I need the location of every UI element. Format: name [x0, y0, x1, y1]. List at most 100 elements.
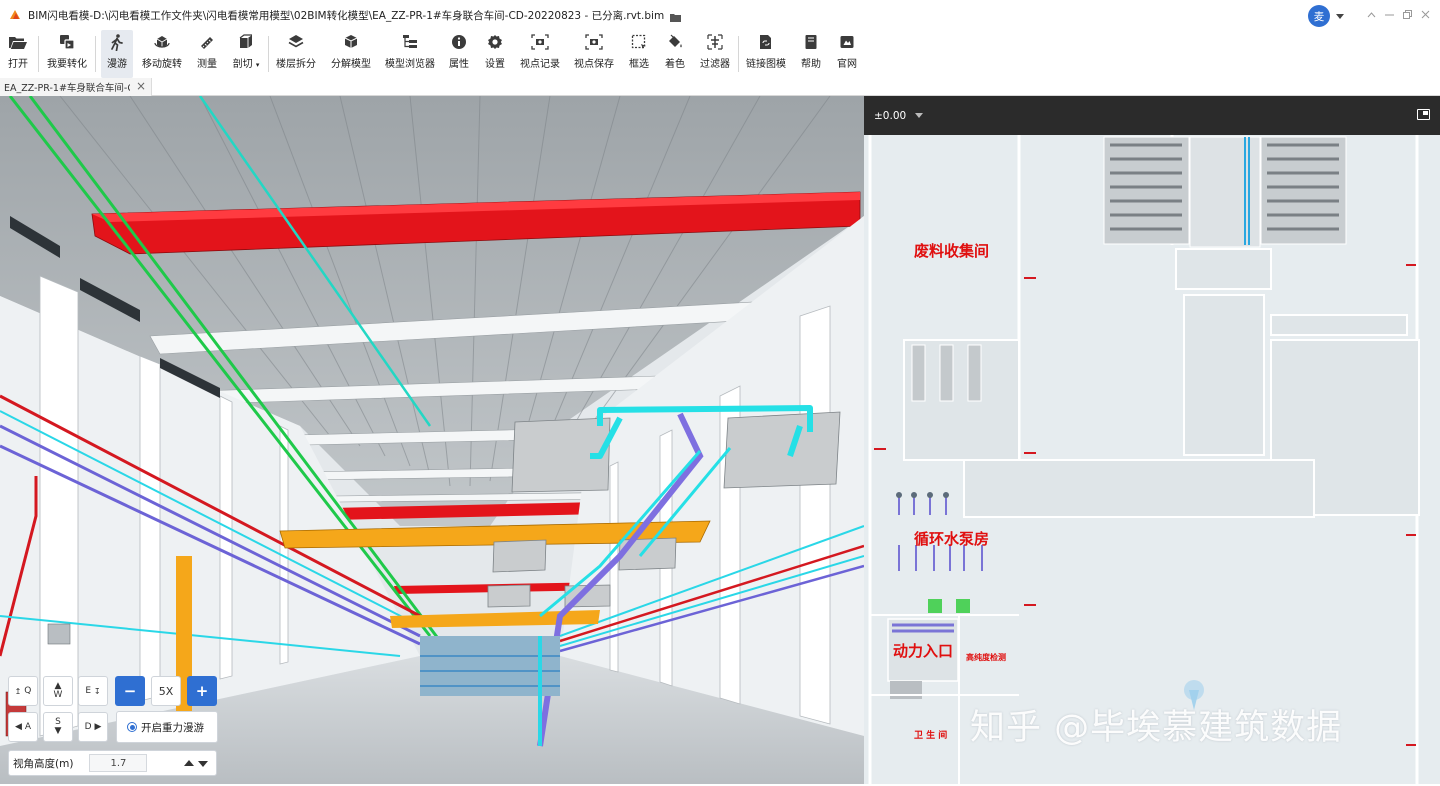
3d-viewport[interactable]: ↥ Q ▲ W E ↧ − 5X + ◀ A S ▼ D ▶ 开启重力漫游 视角高度…: [0, 96, 864, 784]
properties-button[interactable]: 属性: [447, 30, 471, 78]
tree-icon: [400, 32, 420, 52]
box-select-label: 框选: [629, 59, 649, 70]
color-label: 着色: [665, 59, 685, 70]
minimap-window-icon[interactable]: [1417, 109, 1430, 120]
viewpoint-record-button[interactable]: 视点记录: [520, 30, 560, 78]
toolbar-divider: [38, 36, 39, 72]
help-label: 帮助: [801, 59, 821, 70]
room-label-hv: 高纯度检测: [966, 653, 1006, 662]
filter-button[interactable]: 过滤器: [700, 30, 730, 78]
filter-icon: [705, 32, 725, 52]
zoom-in-button[interactable]: +: [187, 676, 217, 706]
explode-icon: [341, 32, 361, 52]
link-model-label: 链接图模: [746, 59, 786, 70]
folder-icon[interactable]: [670, 11, 682, 22]
title-bar: BIM闪电看模-D:\闪电看模工作文件夹\闪电看模常用模型\02BIM转化模型\…: [0, 0, 1440, 30]
floor-split-button[interactable]: 楼层拆分: [276, 30, 316, 78]
toolbar-divider: [268, 36, 269, 72]
view-height-input[interactable]: 1.7: [89, 754, 148, 772]
minimap-header: ±0.00: [864, 96, 1440, 135]
rotate-icon: [152, 32, 172, 52]
window-title: BIM闪电看模-D:\闪电看模工作文件夹\闪电看模常用模型\02BIM转化模型\…: [28, 9, 665, 22]
nav-key-w[interactable]: ▲ W: [43, 676, 73, 706]
filter-label: 过滤器: [700, 59, 730, 70]
model-browser-label: 模型浏览器: [385, 59, 435, 70]
level-select[interactable]: ±0.00: [874, 109, 924, 122]
convert-icon: [57, 32, 77, 52]
rotate-button[interactable]: 移动旋转: [142, 30, 182, 78]
restore-icon[interactable]: [1399, 6, 1416, 23]
link-model-button[interactable]: 链接图模: [746, 30, 786, 78]
help-button[interactable]: 帮助: [799, 30, 823, 78]
viewpoint-save-button[interactable]: 视点保存: [574, 30, 614, 78]
properties-label: 属性: [449, 59, 469, 70]
walk-button[interactable]: 漫游: [101, 30, 133, 78]
increment-icon[interactable]: [184, 760, 194, 766]
viewpoint-record-label: 视点记录: [520, 59, 560, 70]
walk-label: 漫游: [107, 59, 127, 70]
measure-label: 测量: [197, 59, 217, 70]
gravity-label: 开启重力漫游: [141, 721, 204, 734]
nav-key-e[interactable]: E ↧: [78, 676, 108, 706]
room-label-power: 动力入口: [893, 642, 954, 660]
close-icon[interactable]: [1417, 6, 1434, 23]
measure-button[interactable]: 测量: [194, 30, 220, 78]
toolbar-divider: [95, 36, 96, 72]
help-book-icon: [801, 32, 821, 52]
color-button[interactable]: 着色: [663, 30, 687, 78]
toolbar-divider: [738, 36, 739, 72]
rotate-label: 移动旋转: [142, 59, 182, 70]
website-icon: [837, 32, 857, 52]
paint-bucket-icon: [665, 32, 685, 52]
app-logo-icon: [8, 8, 22, 22]
close-icon[interactable]: ×: [136, 79, 146, 93]
avatar[interactable]: 麦: [1308, 5, 1330, 27]
minimize-icon[interactable]: [1381, 6, 1398, 23]
gravity-walk-toggle[interactable]: 开启重力漫游: [116, 711, 218, 743]
window-controls: [1362, 6, 1434, 23]
box-select-icon: [629, 32, 649, 52]
section-button[interactable]: 剖切 ▾: [231, 30, 261, 78]
explode-button[interactable]: 分解模型: [331, 30, 371, 78]
gravity-radio[interactable]: [127, 722, 137, 732]
info-icon: [449, 32, 469, 52]
tab-active-document[interactable]: EA_ZZ-PR-1#车身联合车间-C... ×: [0, 78, 152, 96]
tab-label: EA_ZZ-PR-1#车身联合车间-C...: [4, 83, 130, 94]
decrement-icon[interactable]: [198, 761, 208, 767]
floor-plan-drawing: [864, 135, 1440, 784]
website-button[interactable]: 官网: [835, 30, 859, 78]
nav-key-s[interactable]: S ▼: [43, 712, 73, 742]
chevron-down-icon[interactable]: [915, 113, 924, 118]
main-toolbar: 打开 我要转化 漫游 移动旋转 测量 剖切 ▾ 楼层拆分 分解模型 模型浏览器 …: [0, 30, 1440, 78]
walk-icon: [107, 32, 127, 52]
convert-label: 我要转化: [47, 59, 87, 70]
ruler-icon: [197, 32, 217, 52]
nav-key-a[interactable]: ◀ A: [8, 712, 38, 742]
zoom-out-button[interactable]: −: [115, 676, 145, 706]
user-menu[interactable]: 麦: [1308, 5, 1344, 27]
viewpoint-record-icon: [530, 32, 550, 52]
convert-button[interactable]: 我要转化: [47, 30, 87, 78]
nav-key-d[interactable]: D ▶: [78, 712, 108, 742]
minimap-panel[interactable]: ±0.00 废料收集间 循环水泵房 动力入口 高纯度检测 卫 生 间: [864, 96, 1440, 784]
open-label: 打开: [8, 59, 28, 70]
model-browser-button[interactable]: 模型浏览器: [385, 30, 435, 78]
section-label: 剖切 ▾: [232, 59, 260, 70]
chevron-down-icon[interactable]: [1336, 13, 1344, 19]
settings-label: 设置: [485, 59, 505, 70]
radio-dot: [129, 724, 135, 730]
box-select-button[interactable]: 框选: [627, 30, 651, 78]
room-label-waste: 废料收集间: [914, 242, 990, 260]
room-label-pump: 循环水泵房: [914, 530, 990, 548]
collapse-icon[interactable]: [1363, 6, 1380, 23]
gear-icon: [485, 32, 505, 52]
nav-key-q[interactable]: ↥ Q: [8, 676, 38, 706]
floor-split-label: 楼层拆分: [276, 59, 316, 70]
link-model-icon: [756, 32, 776, 52]
document-tab-strip: EA_ZZ-PR-1#车身联合车间-C... ×: [0, 78, 1440, 96]
level-value: ±0.00: [874, 109, 907, 122]
open-button[interactable]: 打开: [4, 30, 32, 78]
website-label: 官网: [837, 59, 857, 70]
settings-button[interactable]: 设置: [483, 30, 507, 78]
watermark-text: 知乎 @毕埃慕建筑数据: [970, 708, 1343, 748]
